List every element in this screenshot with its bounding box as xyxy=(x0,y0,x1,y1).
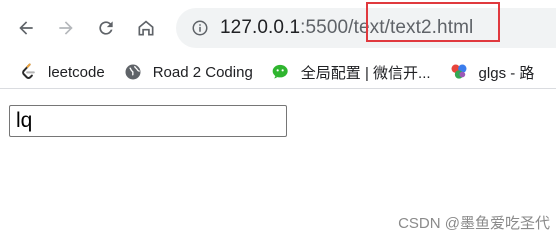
url-host: 127.0.0.1 xyxy=(220,17,301,38)
bookmark-label: Road 2 Coding xyxy=(152,63,253,81)
bookmark-glgs[interactable]: glgs - 路 xyxy=(441,58,545,86)
bookmark-wechat-config[interactable]: 全局配置 | 微信开... xyxy=(263,58,441,86)
wechat-icon xyxy=(271,62,291,82)
page-content: CSDN @墨鱼爱吃圣代 xyxy=(0,89,556,241)
forward-arrow-icon[interactable] xyxy=(50,12,82,44)
globe-icon xyxy=(123,62,143,82)
info-icon[interactable] xyxy=(190,18,210,38)
url-text[interactable]: 127.0.0.1:5500/text/text2.html xyxy=(220,17,473,39)
bookmark-label: 全局配置 | 微信开... xyxy=(300,64,431,82)
bookmark-leetcode[interactable]: leetcode xyxy=(0,58,115,86)
bookmarks-bar: leetcode Road 2 Coding 全局配置 | 微信开... glg… xyxy=(0,56,556,89)
reload-icon[interactable] xyxy=(90,12,122,44)
glgs-icon xyxy=(449,62,469,82)
back-arrow-icon[interactable] xyxy=(10,12,42,44)
bookmark-road-2-coding[interactable]: Road 2 Coding xyxy=(115,58,263,86)
csdn-watermark: CSDN @墨鱼爱吃圣代 xyxy=(398,215,550,232)
url-path: :5500/text/text2.html xyxy=(300,17,474,38)
bookmark-label: glgs - 路 xyxy=(478,64,535,82)
text-input[interactable] xyxy=(9,105,287,137)
leetcode-icon xyxy=(18,62,38,82)
address-bar[interactable]: 127.0.0.1:5500/text/text2.html xyxy=(176,8,556,48)
home-icon[interactable] xyxy=(130,12,162,44)
bookmark-label: leetcode xyxy=(48,63,105,81)
browser-toolbar: 127.0.0.1:5500/text/text2.html xyxy=(0,0,556,56)
